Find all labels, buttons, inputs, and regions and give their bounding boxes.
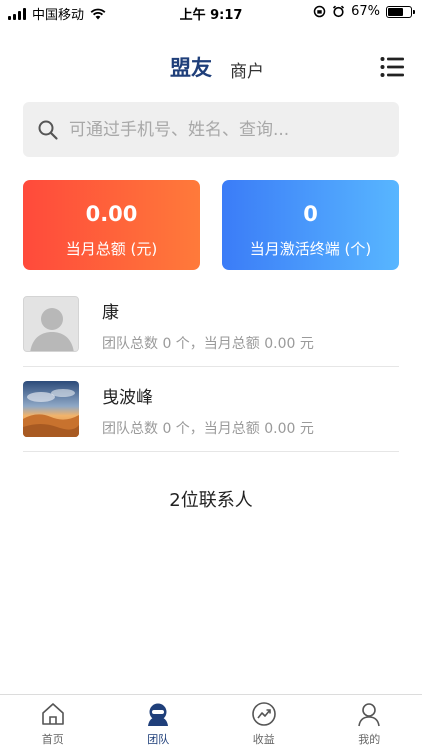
divider [23, 366, 399, 367]
contact-list-item[interactable]: 康 团队总数 0 个，当月总额 0.00 元 [23, 296, 399, 366]
desert-photo-avatar [23, 381, 79, 437]
battery-fill [388, 7, 403, 16]
contact-name: 康 [102, 303, 119, 323]
status-right: 67% [313, 4, 415, 19]
battery-label: 67% [351, 4, 380, 19]
divider [23, 451, 399, 452]
contact-list-item[interactable]: 曳波峰 团队总数 0 个，当月总额 0.00 元 [23, 381, 399, 451]
default-avatar [23, 296, 79, 352]
contact-count: 2位联系人 [169, 490, 253, 511]
desert-photo [23, 381, 79, 437]
monthly-total-card[interactable]: 0.00 当月总额 (元) [23, 180, 200, 270]
stat-cards: 0.00 当月总额 (元) 0 当月激活终端 (个) [23, 180, 399, 270]
monthly-total-label: 当月总额 (元) [65, 240, 158, 258]
tab-earnings[interactable]: 收益 [211, 695, 317, 750]
team-icon [148, 703, 169, 726]
activated-terminals-value: 0 [303, 202, 318, 226]
earnings-icon [251, 702, 276, 726]
contact-name: 曳波峰 [102, 388, 153, 408]
alarm-icon [333, 5, 345, 18]
status-bar: 中国移动 上午 9:17 67% [0, 0, 422, 24]
activated-terminals-label: 当月激活终端 (个) [249, 240, 372, 258]
search-input[interactable] [69, 119, 369, 140]
battery-icon [386, 5, 415, 18]
app-screen: 中国移动 上午 9:17 67% 盟友 商户 可通过手机号、姓名、查询... 0… [0, 0, 422, 750]
bottom-tab-bar: 首页 团队 收益 我的 [0, 694, 422, 750]
tab-merchants[interactable]: 商户 [230, 57, 264, 82]
contact-info: 团队总数 0 个，当月总额 0.00 元 [102, 421, 314, 437]
home-icon [41, 703, 64, 725]
header: 盟友 商户 [0, 50, 422, 90]
tab-team[interactable]: 团队 [106, 695, 212, 750]
tab-allies[interactable]: 盟友 [170, 52, 212, 82]
activated-terminals-card[interactable]: 0 当月激活终端 (个) [222, 180, 399, 270]
tab-home[interactable]: 首页 [0, 695, 106, 750]
tab-team-label: 团队 [147, 733, 170, 746]
tab-home-label: 首页 [41, 733, 64, 746]
tab-earnings-label: 收益 [252, 733, 275, 746]
tab-profile[interactable]: 我的 [317, 695, 422, 750]
search-icon [38, 120, 58, 140]
monthly-total-value: 0.00 [85, 202, 138, 226]
search-bar[interactable] [23, 102, 399, 157]
list-icon[interactable] [380, 56, 404, 78]
person-silhouette-icon [24, 297, 78, 351]
profile-icon [358, 703, 381, 727]
orientation-lock-icon [313, 5, 326, 18]
tab-profile-label: 我的 [358, 733, 381, 746]
contact-info: 团队总数 0 个，当月总额 0.00 元 [102, 336, 314, 352]
